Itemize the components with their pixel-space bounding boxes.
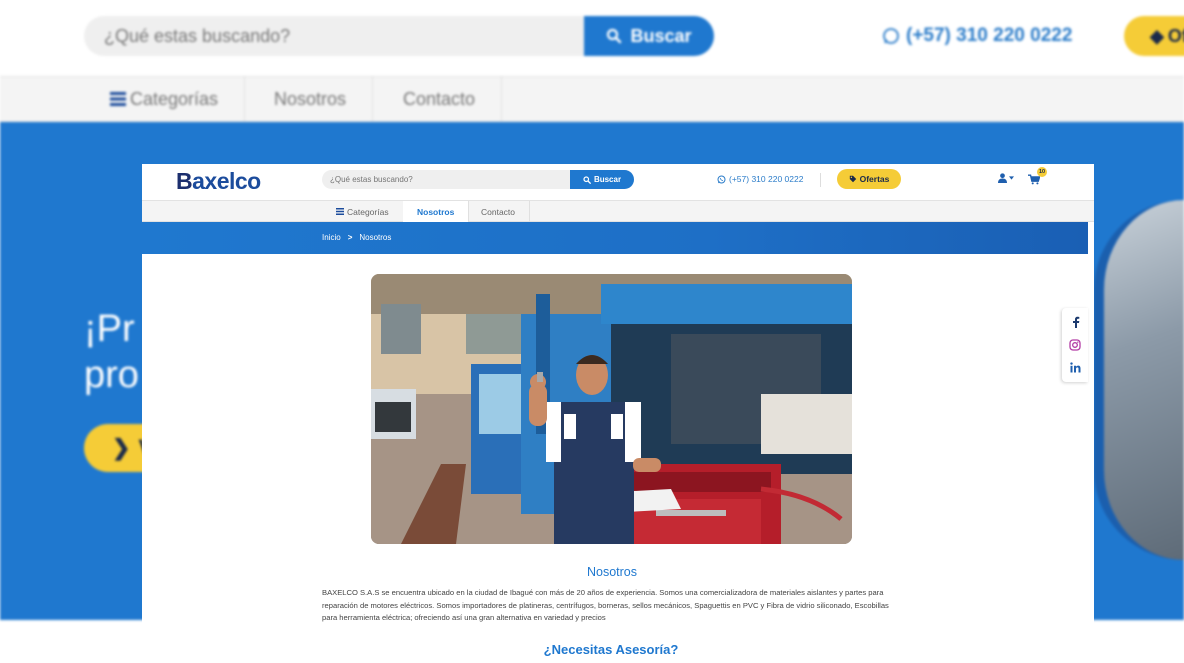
- breadcrumb: Inicio > Nosotros: [142, 222, 1088, 254]
- bg-nav-contact: Contacto: [377, 76, 503, 122]
- whatsapp-link[interactable]: (+57) 310 220 0222: [717, 174, 803, 184]
- bg-nav-label: Nosotros: [274, 88, 347, 109]
- nav-categories-label: Categorías: [347, 206, 389, 217]
- linkedin-link[interactable]: [1065, 358, 1085, 378]
- linkedin-icon: [1069, 362, 1080, 373]
- offers-button[interactable]: Ofertas: [837, 169, 901, 189]
- social-sidebar: [1062, 308, 1088, 382]
- offers-label: Ofertas: [859, 174, 890, 184]
- search-button-label: Buscar: [593, 175, 622, 184]
- user-icon: [997, 173, 1008, 183]
- about-photo: [371, 274, 852, 544]
- bg-nav-about: Nosotros: [248, 76, 374, 122]
- bg-search-placeholder: ¿Qué estas buscando?: [104, 26, 291, 46]
- tag-icon: ◆: [1150, 25, 1164, 46]
- whatsapp-icon: [883, 28, 899, 44]
- search-icon: [583, 175, 591, 184]
- baxelco-logo[interactable]: Baxelco: [176, 168, 261, 195]
- menu-icon: [336, 208, 344, 215]
- nav-about-label: Nosotros: [417, 206, 455, 217]
- embedded-page: Baxelco Buscar (+57) 310 220 0222 Oferta…: [142, 164, 1094, 663]
- breadcrumb-home[interactable]: Inicio: [322, 233, 341, 242]
- nav-contact[interactable]: Contacto: [467, 201, 531, 222]
- bg-hero-line: pro: [84, 354, 139, 396]
- bg-offers-label: Of: [1167, 25, 1184, 46]
- chevron-right-icon: ❯: [112, 435, 131, 460]
- instagram-link[interactable]: [1065, 335, 1085, 355]
- bg-hero-line: ¡Pr: [84, 308, 135, 350]
- main-nav: Categorías Nosotros Contacto: [142, 200, 1094, 222]
- caret-down-icon: [1009, 176, 1014, 180]
- search-bar: Buscar: [322, 170, 634, 189]
- about-title: Nosotros: [586, 565, 638, 579]
- about-description: BAXELCO S.A.S se encuentra ubicado en la…: [322, 588, 889, 622]
- search-icon: [607, 28, 622, 44]
- bg-nav-label: Contacto: [403, 88, 476, 109]
- site-header: Baxelco Buscar (+57) 310 220 0222 Oferta…: [142, 164, 1094, 200]
- logo-letter: B: [176, 168, 193, 194]
- nav-categories[interactable]: Categorías: [322, 201, 404, 222]
- logo-text: axelco: [192, 168, 261, 194]
- facebook-icon: [1072, 317, 1079, 329]
- breadcrumb-current: Nosotros: [359, 233, 392, 242]
- account-menu[interactable]: [997, 173, 1014, 183]
- search-input[interactable]: [330, 173, 570, 186]
- tag-icon: [849, 175, 856, 183]
- phone-number: (+57) 310 220 0222: [729, 174, 804, 184]
- menu-icon: [110, 92, 126, 106]
- bg-search-button: Buscar: [584, 16, 714, 56]
- cart-count-badge: 10: [1037, 167, 1047, 177]
- search-button[interactable]: Buscar: [570, 170, 634, 189]
- bg-nav-label: Categorías: [130, 88, 219, 109]
- instagram-icon: [1069, 339, 1081, 351]
- need-help-title: ¿Necesitas Asesoría?: [543, 642, 679, 657]
- bg-hero-image: [1094, 200, 1184, 560]
- bg-search-button-label: Buscar: [630, 25, 692, 46]
- nav-about[interactable]: Nosotros: [403, 201, 470, 222]
- bg-hero-text: ¡Pr pro: [84, 306, 139, 398]
- nav-contact-label: Contacto: [481, 206, 516, 217]
- mechanic-image: [371, 274, 852, 544]
- bg-phone-number: (+57) 310 220 0222: [906, 25, 1073, 46]
- whatsapp-icon: [717, 175, 726, 183]
- header-divider: [820, 173, 821, 187]
- facebook-link[interactable]: [1065, 312, 1085, 332]
- bg-offers-button: ◆ Of: [1124, 16, 1184, 56]
- bg-phone: (+57) 310 220 0222: [882, 25, 1072, 47]
- bg-nav-categories: Categorías: [84, 76, 246, 122]
- breadcrumb-separator: >: [347, 233, 353, 242]
